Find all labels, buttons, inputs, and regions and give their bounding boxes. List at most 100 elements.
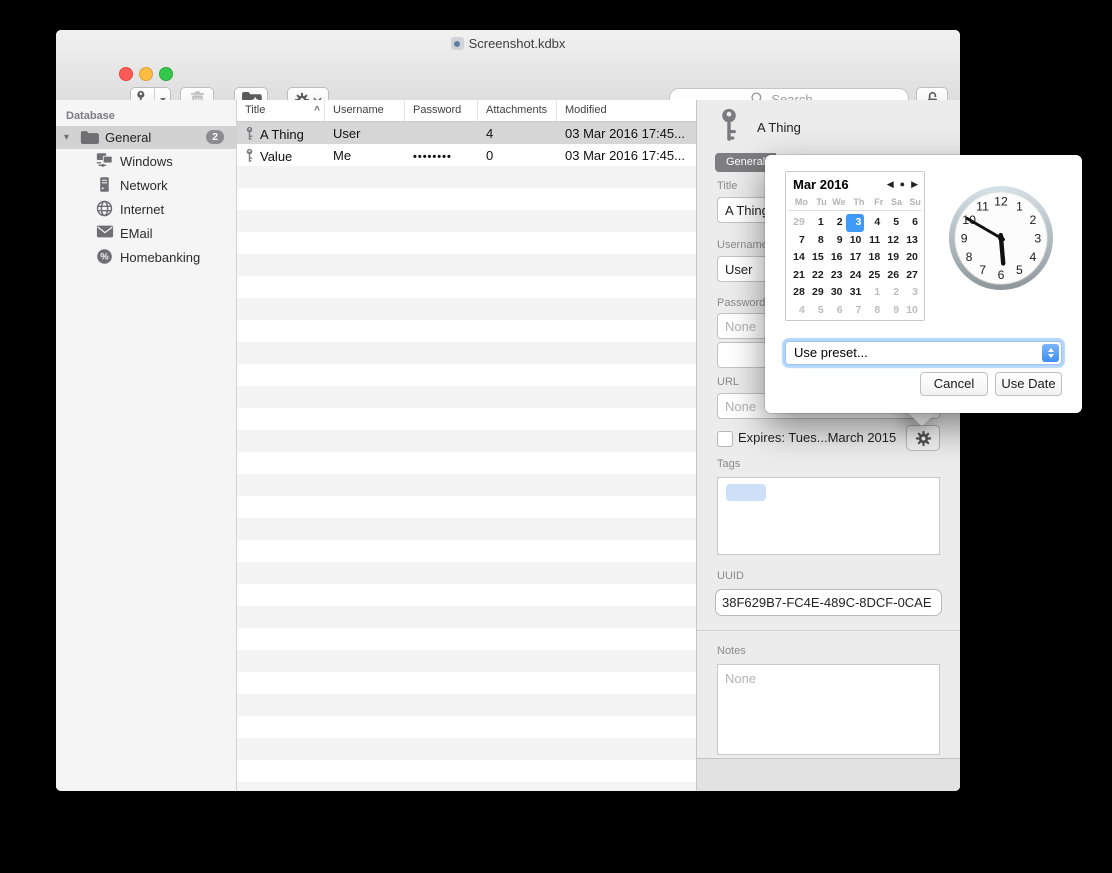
svg-text:6: 6 xyxy=(998,268,1005,282)
calendar-day[interactable]: 2 xyxy=(883,284,902,302)
calendar-day[interactable]: 8 xyxy=(808,232,827,250)
calendar-day[interactable]: 23 xyxy=(827,267,846,285)
uuid-field[interactable]: 38F629B7-FC4E-489C-8DCF-0CAE xyxy=(715,589,942,616)
cell-title: Value xyxy=(237,147,325,164)
analog-clock[interactable]: 123456789101112 xyxy=(947,184,1055,292)
calendar-day[interactable]: 10 xyxy=(902,302,921,320)
inspector-footer xyxy=(697,758,960,791)
empty-row-stripe xyxy=(237,298,696,320)
calendar-day[interactable]: 31 xyxy=(846,284,865,302)
calendar-day[interactable]: 26 xyxy=(883,267,902,285)
calendar-today-icon[interactable]: ● xyxy=(900,179,905,190)
zoom-button[interactable] xyxy=(159,67,173,81)
expires-checkbox[interactable] xyxy=(717,431,733,447)
column-header-password[interactable]: Password xyxy=(405,100,478,121)
empty-row-stripe xyxy=(237,738,696,760)
gear-icon xyxy=(915,430,932,447)
table-header: Title^ Username Password Attachments Mod… xyxy=(237,100,696,122)
calendar-day[interactable]: 29 xyxy=(789,214,808,232)
calendar-day[interactable]: 19 xyxy=(883,249,902,267)
date-picker-popover: Mar 2016 ◀ ● ▶ MoTuWeThFrSaSu 2912345678… xyxy=(765,155,1082,413)
calendar-day[interactable]: 22 xyxy=(808,267,827,285)
calendar-day[interactable]: 7 xyxy=(846,302,865,320)
calendar-day[interactable]: 11 xyxy=(864,232,883,250)
document-icon xyxy=(451,37,464,50)
disclosure-triangle-icon[interactable]: ▾ xyxy=(64,132,76,143)
calendar-day[interactable]: 18 xyxy=(864,249,883,267)
calendar-day[interactable]: 4 xyxy=(864,214,883,232)
calendar-day[interactable]: 8 xyxy=(864,302,883,320)
calendar-day[interactable]: 10 xyxy=(846,232,865,250)
calendar-day[interactable]: 1 xyxy=(808,214,827,232)
calendar-day[interactable]: 14 xyxy=(789,249,808,267)
calendar-day[interactable]: 7 xyxy=(789,232,808,250)
sidebar: Database ▾ General 2 WindowsNetworkInter… xyxy=(56,100,237,791)
sidebar-item-label: Network xyxy=(120,178,168,193)
empty-row-stripe xyxy=(237,672,696,694)
calendar-day[interactable]: 9 xyxy=(827,232,846,250)
table-row[interactable]: ValueMe••••••••003 Mar 2016 17:45... xyxy=(237,144,696,166)
calendar-day[interactable]: 27 xyxy=(902,267,921,285)
calendar-day[interactable]: 30 xyxy=(827,284,846,302)
calendar-prev-icon[interactable]: ◀ xyxy=(887,179,894,190)
empty-row-stripe xyxy=(237,276,696,298)
calendar-day[interactable]: 3 xyxy=(902,284,921,302)
uuid-label: UUID xyxy=(717,570,744,582)
column-header-modified[interactable]: Modified xyxy=(557,100,696,121)
svg-text:5: 5 xyxy=(1016,263,1023,277)
calendar-day[interactable]: 6 xyxy=(827,302,846,320)
calendar-day[interactable]: 15 xyxy=(808,249,827,267)
empty-row-stripe xyxy=(237,584,696,606)
key-icon xyxy=(245,147,254,164)
cell-modified: 03 Mar 2016 17:45... xyxy=(557,148,696,163)
calendar-day[interactable]: 16 xyxy=(827,249,846,267)
calendar-day[interactable]: 12 xyxy=(883,232,902,250)
sidebar-item-network[interactable]: Network xyxy=(56,173,236,197)
sidebar-item-general[interactable]: ▾ General 2 xyxy=(56,126,236,149)
expiry-date-picker-button[interactable] xyxy=(906,425,940,451)
sidebar-item-windows[interactable]: Windows xyxy=(56,149,236,173)
notes-field[interactable] xyxy=(717,664,940,755)
calendar-day[interactable]: 4 xyxy=(789,302,808,320)
popover-body: Mar 2016 ◀ ● ▶ MoTuWeThFrSaSu 2912345678… xyxy=(765,155,1082,413)
calendar-day[interactable]: 25 xyxy=(864,267,883,285)
minimize-button[interactable] xyxy=(139,67,153,81)
expires-label: Expires: Tues...March 2015 xyxy=(738,430,896,445)
tags-field[interactable] xyxy=(717,477,940,555)
calendar-day-selected[interactable]: 3 xyxy=(846,214,865,232)
tag-token[interactable] xyxy=(726,484,766,501)
calendar-day[interactable]: 17 xyxy=(846,249,865,267)
weekday-label: Mo xyxy=(789,197,808,207)
calendar-day[interactable]: 2 xyxy=(827,214,846,232)
calendar-day[interactable]: 24 xyxy=(846,267,865,285)
calendar-day[interactable]: 6 xyxy=(902,214,921,232)
calendar-day[interactable]: 9 xyxy=(883,302,902,320)
table-row[interactable]: A ThingUser403 Mar 2016 17:45... xyxy=(237,122,696,144)
cell-username: User xyxy=(325,126,405,141)
username-label: Username xyxy=(717,239,768,251)
column-header-attachments[interactable]: Attachments xyxy=(478,100,557,121)
column-header-username[interactable]: Username xyxy=(325,100,405,121)
column-header-title[interactable]: Title^ xyxy=(237,100,325,121)
calendar-day[interactable]: 29 xyxy=(808,284,827,302)
calendar-day[interactable]: 5 xyxy=(808,302,827,320)
svg-text:3: 3 xyxy=(1034,231,1041,245)
stepper-icon[interactable] xyxy=(1042,344,1059,362)
sidebar-item-homebanking[interactable]: %Homebanking xyxy=(56,245,236,269)
svg-text:4: 4 xyxy=(1029,250,1036,264)
calendar-day[interactable]: 5 xyxy=(883,214,902,232)
sidebar-item-email[interactable]: EMail xyxy=(56,221,236,245)
calendar-day[interactable]: 28 xyxy=(789,284,808,302)
calendar-day[interactable]: 13 xyxy=(902,232,921,250)
calendar-next-icon[interactable]: ▶ xyxy=(911,179,918,190)
cancel-button[interactable]: Cancel xyxy=(920,372,988,396)
calendar-day[interactable]: 20 xyxy=(902,249,921,267)
preset-dropdown[interactable]: Use preset... xyxy=(785,341,1062,365)
use-date-button[interactable]: Use Date xyxy=(995,372,1062,396)
calendar-nav: ◀ ● ▶ xyxy=(887,179,918,190)
sidebar-item-internet[interactable]: Internet xyxy=(56,197,236,221)
calendar-day[interactable]: 1 xyxy=(864,284,883,302)
empty-row-stripe xyxy=(237,342,696,364)
calendar-day[interactable]: 21 xyxy=(789,267,808,285)
close-button[interactable] xyxy=(119,67,133,81)
